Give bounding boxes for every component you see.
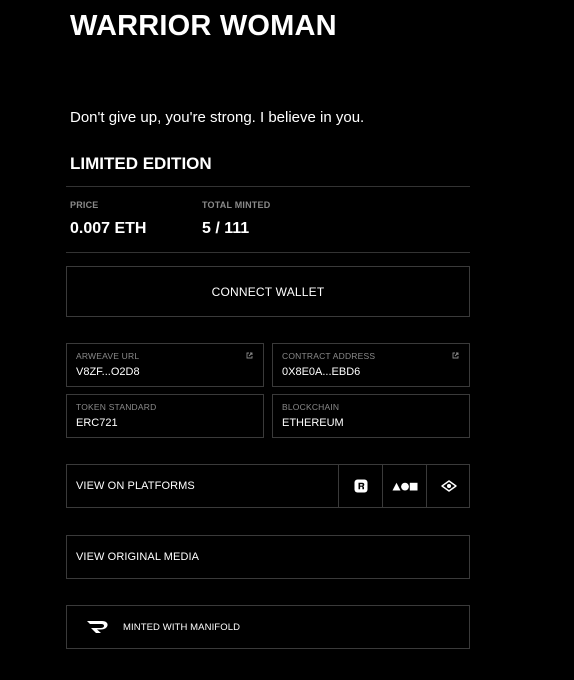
divider [66,252,470,253]
minted-with-manifold-label: MINTED WITH MANIFOLD [123,622,241,633]
external-link-icon [246,352,253,359]
arweave-url-value: V8ZF...O2D8 [76,366,140,378]
arweave-url-label: ARWEAVE URL [76,351,140,361]
foundation-button[interactable] [382,465,427,507]
contract-address-label: CONTRACT ADDRESS [282,351,376,361]
view-on-platforms-row: VIEW ON PLATFORMS [66,464,470,508]
foundation-icon [392,482,418,490]
external-link-icon [452,352,459,359]
eye-icon [441,480,457,492]
total-minted-label: TOTAL MINTED [202,200,271,210]
blockchain-label: BLOCKCHAIN [282,402,340,412]
arweave-url-link[interactable]: ARWEAVE URL V8ZF...O2D8 [66,343,264,387]
rarible-button[interactable] [338,465,383,507]
view-original-media-label: VIEW ORIGINAL MEDIA [76,551,200,563]
divider [66,186,470,187]
manifold-logo-icon [87,621,108,633]
total-minted-value: 5 / 111 [202,220,250,237]
token-standard-label: TOKEN STANDARD [76,402,157,412]
blockchain-value: ETHEREUM [282,417,344,429]
blockchain-box: BLOCKCHAIN ETHEREUM [272,394,470,438]
minted-with-manifold-link[interactable]: MINTED WITH MANIFOLD [66,605,470,649]
edition-heading: LIMITED EDITION [70,154,212,173]
token-title: WARRIOR WOMAN [70,10,337,42]
token-standard-value: ERC721 [76,417,118,429]
token-description: Don't give up, you're strong. I believe … [70,109,365,126]
rarible-icon [354,479,368,493]
view-on-platforms-label: VIEW ON PLATFORMS [76,480,195,492]
contract-address-value: 0X8E0A...EBD6 [282,366,361,378]
token-standard-box: TOKEN STANDARD ERC721 [66,394,264,438]
view-original-media-button[interactable]: VIEW ORIGINAL MEDIA [66,535,470,579]
price-label: PRICE [70,200,99,210]
contract-address-link[interactable]: CONTRACT ADDRESS 0X8E0A...EBD6 [272,343,470,387]
view-button[interactable] [426,465,471,507]
connect-wallet-button[interactable]: CONNECT WALLET [66,266,470,317]
token-page: WARRIOR WOMAN Don't give up, you're stro… [0,0,574,680]
price-value: 0.007 ETH [70,220,147,237]
